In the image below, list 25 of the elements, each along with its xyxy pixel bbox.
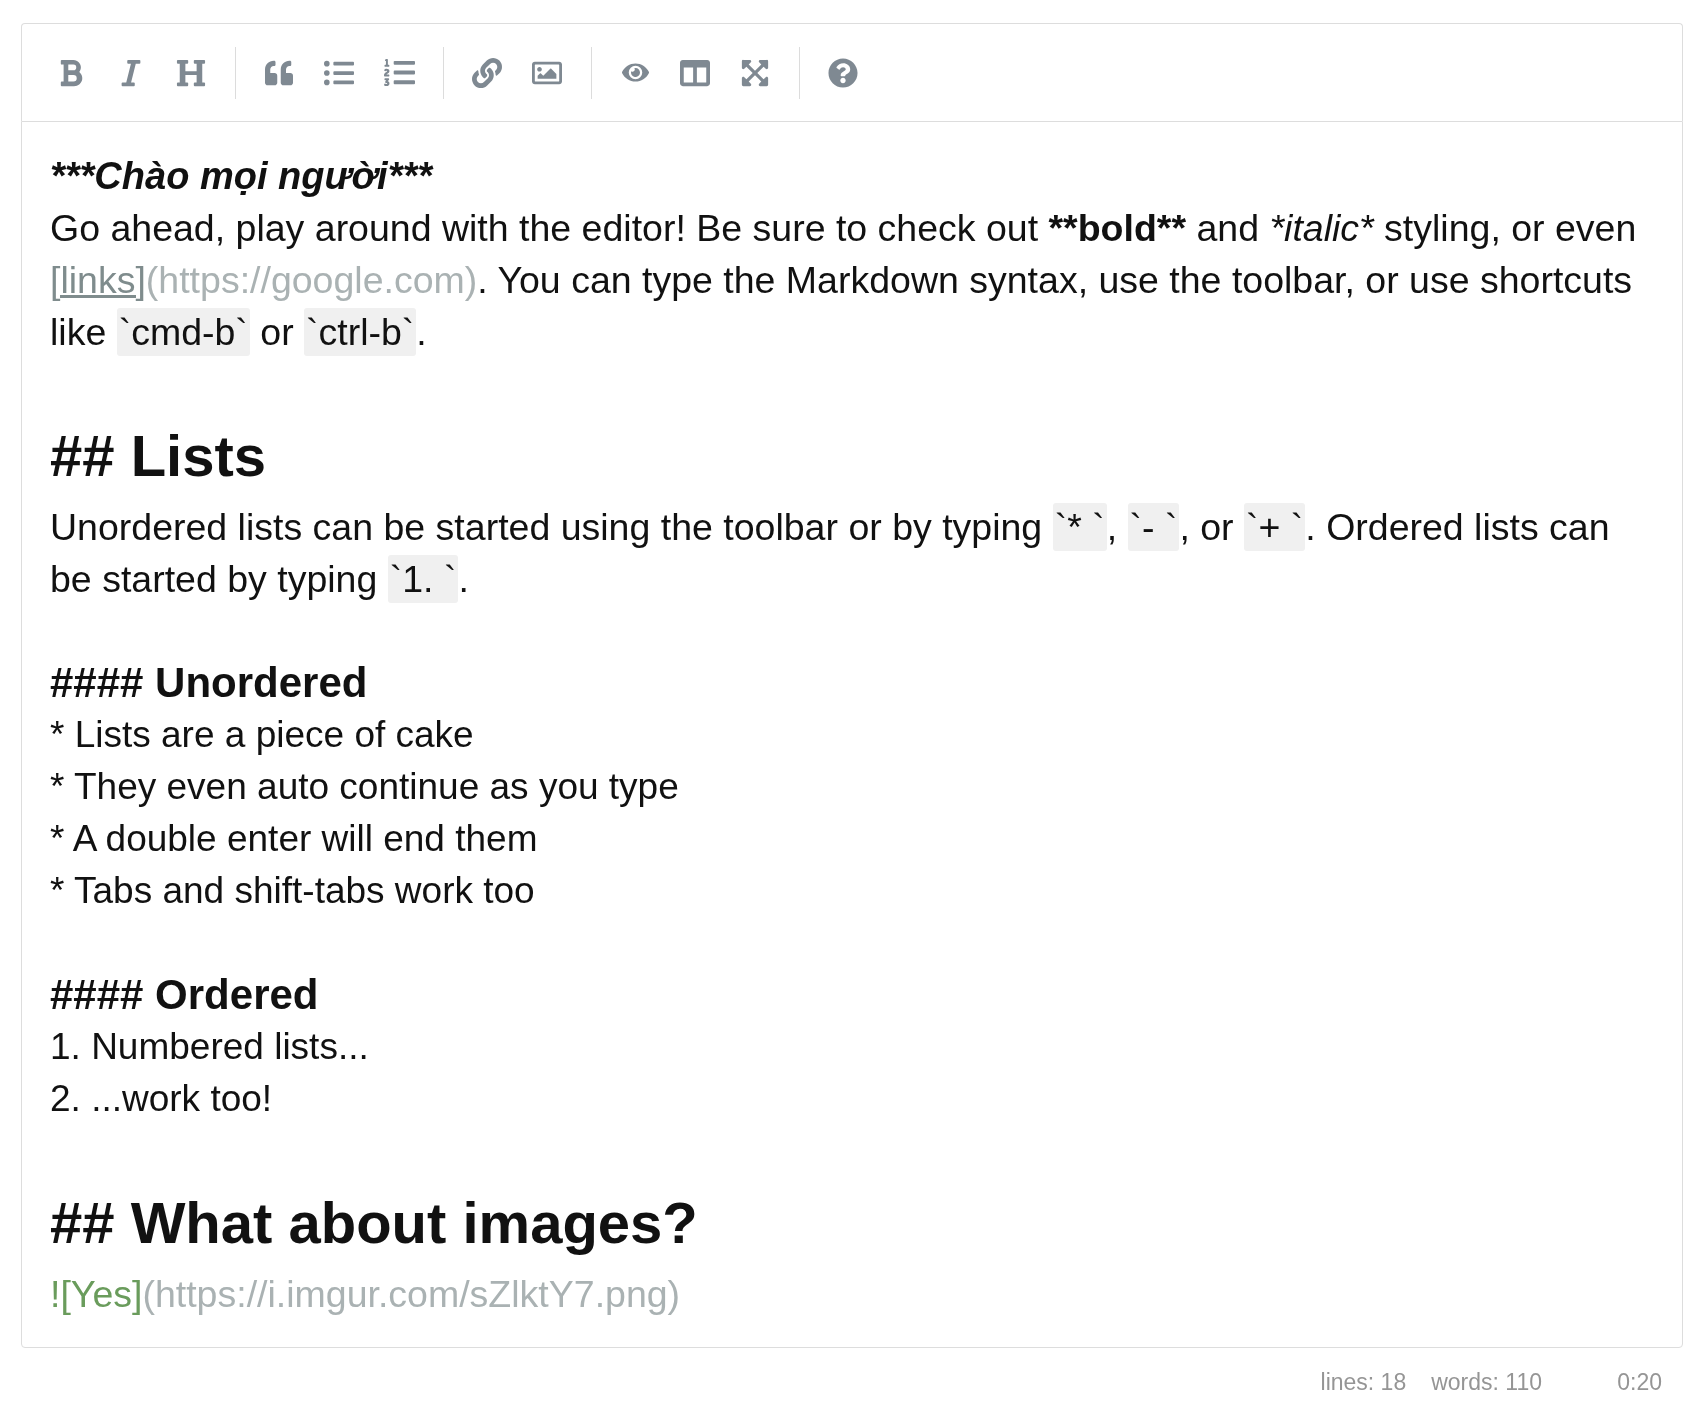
list-item-text: 2. ...work too!: [50, 1077, 273, 1121]
list-item-text: * They even auto continue as you type: [50, 765, 679, 809]
cursor-position-text: 0:20: [1616, 1368, 1662, 1396]
heading-icon: [176, 57, 206, 88]
line-count-text: lines: 18: [1320, 1368, 1407, 1396]
title-text: ***Chào mọi người***: [50, 154, 433, 199]
quote-icon: [265, 58, 293, 87]
list-item-text: * Lists are a piece of cake: [50, 713, 474, 757]
list-item-text: * Tabs and shift-tabs work too: [50, 869, 535, 913]
chain-link-icon: [472, 57, 502, 88]
list-item-text: 1. Numbered lists...: [50, 1025, 369, 1069]
expand-arrows-icon: [740, 57, 770, 88]
paragraph-text: Go ahead, play around with the editor! Be sure to check out **bold** and *italic* styling, or even [links](https://google.com). You can type the Markdown syntax, use the toolbar, or use shortcuts like `cmd-b` or `ctrl-b`.: [50, 202, 1658, 358]
image-markup-text: ![Yes](https://i.imgur.com/sZlktY7.png): [50, 1272, 681, 1317]
subheading-text: #### Ordered: [50, 970, 319, 1020]
subheading-text: #### Unordered: [50, 658, 368, 708]
help-icon: [828, 57, 858, 88]
heading-text: ## Lists: [50, 422, 266, 490]
list-item-text: * A double enter will end them: [50, 817, 538, 861]
paragraph-text: Unordered lists can be started using the toolbar or by typing `* `, `- `, or `+ `. Ordered lists can be started by typing `1. `.: [50, 501, 1658, 605]
columns-icon: [680, 57, 710, 88]
word-count-text: words: 110: [1431, 1368, 1542, 1396]
heading-text: ## What about images?: [50, 1189, 698, 1257]
editor-field[interactable]: [21, 121, 1683, 1348]
numbered-list-icon: [383, 57, 415, 88]
